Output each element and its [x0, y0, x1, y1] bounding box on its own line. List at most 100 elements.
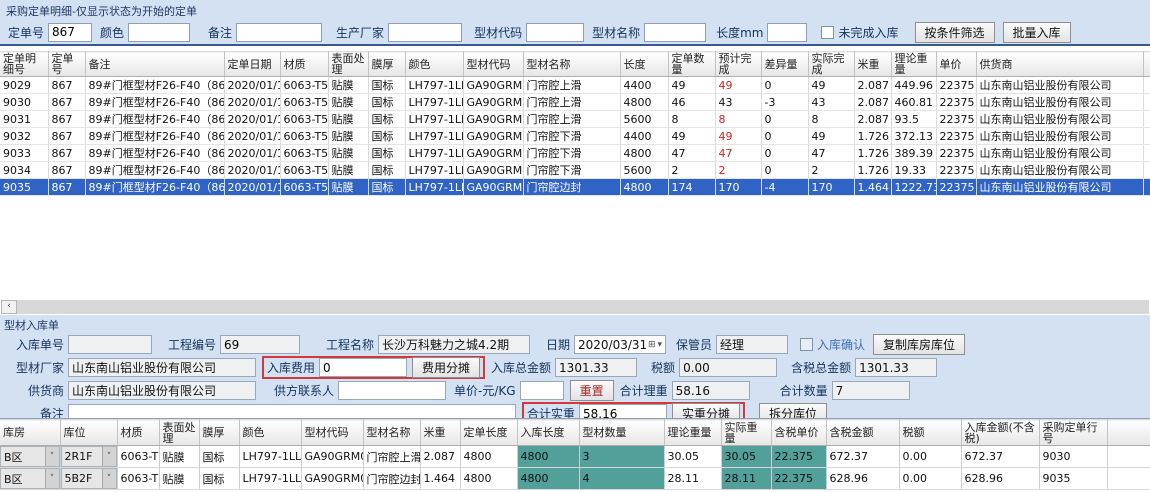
- grid-cell[interactable]: 4400: [620, 77, 668, 94]
- col-header[interactable]: 定单长度: [460, 420, 517, 446]
- grid-cell[interactable]: 2020/01/13: [224, 111, 280, 128]
- total-theory-weight-field[interactable]: 58.16: [672, 381, 750, 400]
- grid-cell[interactable]: GA90GRM03: [463, 111, 523, 128]
- col-header[interactable]: 定单号: [48, 52, 85, 77]
- grid-cell[interactable]: 4800: [460, 446, 517, 468]
- grid-cell[interactable]: 22.375: [771, 446, 826, 468]
- grid-cell[interactable]: 山东南山铝业股份有限公司: [976, 145, 1143, 162]
- col-header[interactable]: 长度: [620, 52, 668, 77]
- grid-cell[interactable]: 山东南山铝业股份有限公司: [976, 111, 1143, 128]
- grid-cell[interactable]: 2: [715, 162, 761, 179]
- grid-cell[interactable]: 93.5: [891, 111, 936, 128]
- grid-cell[interactable]: 672.37: [826, 446, 899, 468]
- date-field[interactable]: 2020/03/31 ⊞▾: [574, 335, 666, 354]
- col-header[interactable]: 型材代码: [463, 52, 523, 77]
- grid-cell[interactable]: LH797-1LL0: [405, 111, 463, 128]
- grid-cell[interactable]: 国标: [368, 94, 405, 111]
- scroll-left-button[interactable]: ‹: [1, 300, 17, 314]
- chevron-down-icon[interactable]: ˅: [45, 447, 59, 466]
- grid-cell[interactable]: 贴膜: [328, 111, 368, 128]
- grid-cell[interactable]: 6063-T5: [280, 145, 328, 162]
- col-header[interactable]: 库位: [60, 420, 117, 446]
- col-header[interactable]: 颜色: [239, 420, 301, 446]
- grid-cell[interactable]: 贴膜: [159, 468, 199, 490]
- grid-cell[interactable]: LH797-1LL0: [405, 128, 463, 145]
- grid-cell[interactable]: 4800: [620, 94, 668, 111]
- grid-cell[interactable]: 1.726: [854, 128, 891, 145]
- col-header[interactable]: 膜厚: [368, 52, 405, 77]
- grid-cell[interactable]: 山东南山铝业股份有限公司: [976, 77, 1143, 94]
- supplier-field[interactable]: 山东南山铝业股份有限公司: [68, 381, 256, 400]
- grid-cell[interactable]: 山东南山铝业股份有限公司: [976, 128, 1143, 145]
- grid-cell[interactable]: 2.087: [854, 111, 891, 128]
- col-header[interactable]: 实际重量: [721, 420, 771, 446]
- grid-cell[interactable]: 89#门框型材F26-F40（866+867）: [85, 145, 224, 162]
- grid-cell[interactable]: 3: [579, 446, 664, 468]
- col-header[interactable]: 含税单价: [771, 420, 826, 446]
- grid-cell[interactable]: 门帘腔边封: [363, 468, 420, 490]
- col-header[interactable]: 材质: [280, 52, 328, 77]
- grid-cell[interactable]: 国标: [199, 446, 239, 468]
- col-header[interactable]: 定单数量: [668, 52, 715, 77]
- fee-share-button[interactable]: 费用分摊: [412, 357, 480, 378]
- grid-cell[interactable]: GA90GRM04: [463, 162, 523, 179]
- grid-cell[interactable]: 1.464: [854, 179, 891, 196]
- chevron-down-icon[interactable]: ▾: [657, 340, 662, 350]
- grid-cell[interactable]: 49: [808, 77, 854, 94]
- grid-cell[interactable]: GA90GRM05: [463, 179, 523, 196]
- grid-cell[interactable]: LH797-1LL0: [405, 145, 463, 162]
- col-header[interactable]: 材质: [117, 420, 159, 446]
- grid-cell[interactable]: 46: [668, 94, 715, 111]
- grid-cell[interactable]: 49: [715, 128, 761, 145]
- profile-name-input[interactable]: [644, 23, 706, 42]
- grid-cell[interactable]: 门帘腔上滑: [523, 94, 620, 111]
- grid-cell[interactable]: 47: [715, 145, 761, 162]
- grid-cell[interactable]: 460.81: [891, 94, 936, 111]
- grid-cell[interactable]: 8: [808, 111, 854, 128]
- col-header[interactable]: 实际完成: [808, 52, 854, 77]
- grid-cell[interactable]: 22375: [936, 77, 976, 94]
- grid-cell[interactable]: GA90GRM03: [463, 94, 523, 111]
- grid-cell[interactable]: 89#门框型材F26-F40（866+867）: [85, 179, 224, 196]
- chevron-down-icon[interactable]: ˅: [102, 447, 116, 466]
- grid-cell[interactable]: 49: [668, 77, 715, 94]
- col-header[interactable]: 膜厚: [199, 420, 239, 446]
- table-row[interactable]: 903386789#门框型材F26-F40（866+867）2020/01/13…: [0, 145, 1150, 162]
- grid-cell[interactable]: 2.087: [854, 94, 891, 111]
- grid-cell[interactable]: 89#门框型材F26-F40（866+867）: [85, 111, 224, 128]
- col-header[interactable]: 备注: [85, 52, 224, 77]
- grid-cell[interactable]: 门帘腔边封: [523, 179, 620, 196]
- scrollbar-track[interactable]: [17, 300, 1149, 314]
- grid-cell[interactable]: 6063-T5: [280, 77, 328, 94]
- grid-cell[interactable]: 4800: [620, 145, 668, 162]
- grid-cell[interactable]: 170: [715, 179, 761, 196]
- grid-cell[interactable]: 89#门框型材F26-F40（866+867）: [85, 77, 224, 94]
- inbound-no-input[interactable]: [68, 335, 152, 354]
- col-header[interactable]: 入库长度: [517, 420, 579, 446]
- grid-cell[interactable]: 1.464: [420, 468, 460, 490]
- grid-cell[interactable]: 5600: [620, 111, 668, 128]
- grid-cell[interactable]: 贴膜: [328, 179, 368, 196]
- grid-cell[interactable]: 9029: [0, 77, 48, 94]
- grid-cell[interactable]: 89#门框型材F26-F40（866+867）: [85, 128, 224, 145]
- grid-cell[interactable]: 28.11: [664, 468, 721, 490]
- grid-cell[interactable]: 19.33: [891, 162, 936, 179]
- grid-cell[interactable]: 628.96: [961, 468, 1039, 490]
- grid-cell[interactable]: 国标: [368, 128, 405, 145]
- grid-cell[interactable]: -4: [761, 179, 808, 196]
- grid-cell[interactable]: 170: [808, 179, 854, 196]
- col-header[interactable]: 税额: [899, 420, 961, 446]
- inbound-confirm-checkbox[interactable]: [800, 338, 813, 351]
- copy-warehouse-location-button[interactable]: 复制库房库位: [873, 334, 965, 355]
- order-no-input[interactable]: [48, 23, 92, 42]
- tax-field[interactable]: 0.00: [679, 358, 777, 377]
- grid-cell[interactable]: GA90GRM03: [301, 446, 363, 468]
- fee-input[interactable]: [319, 358, 407, 377]
- grid-cell[interactable]: 4400: [620, 128, 668, 145]
- grid-cell[interactable]: 5B2F˅: [60, 468, 117, 490]
- grid-cell[interactable]: 43: [715, 94, 761, 111]
- grid-cell[interactable]: 89#门框型材F26-F40（866+867）: [85, 162, 224, 179]
- table-row[interactable]: 903486789#门框型材F26-F40（866+867）2020/01/13…: [0, 162, 1150, 179]
- grid-cell[interactable]: 628.96: [826, 468, 899, 490]
- col-header[interactable]: 米重: [854, 52, 891, 77]
